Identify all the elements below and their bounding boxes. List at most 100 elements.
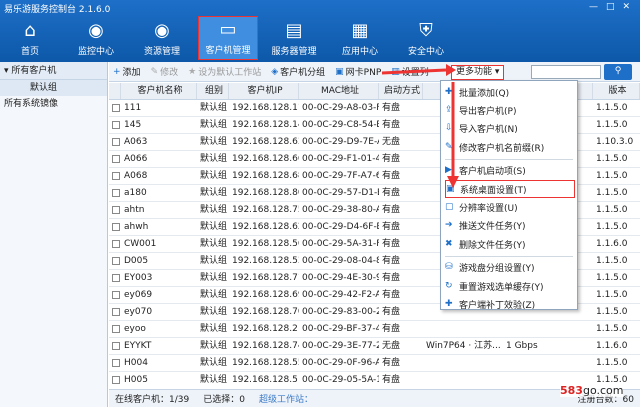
row-checkbox[interactable] — [112, 376, 120, 384]
row-checkbox[interactable] — [112, 223, 120, 231]
row-checkbox[interactable] — [112, 189, 120, 197]
table-row[interactable]: H004 默认组 192.168.128.55 00-0C-29-0F-96-A8 有盘… — [109, 355, 640, 372]
table-cell: 1.1.5.0 — [596, 103, 628, 113]
table-cell: 默认组 — [200, 324, 228, 334]
table-cell: 1.1.5.0 — [596, 120, 628, 130]
table-cell: 有盘 — [382, 120, 401, 130]
menu-item-0[interactable]: ✚ 批量添加(Q) — [441, 83, 577, 101]
nav-item-3[interactable]: ▭ 客户机管理 — [198, 16, 258, 60]
table-row[interactable]: EYYKT 默认组 192.168.128.74 00-0C-29-3E-77-25 无… — [109, 338, 640, 355]
tree-all-clients[interactable]: ▾ 所有客户机 — [0, 62, 107, 80]
nav-item-2[interactable]: ◉ 资源管理 — [132, 16, 192, 60]
column-header[interactable]: 客户机名称 — [121, 83, 197, 99]
menu-item-3[interactable]: ✎ 修改客户机名前缀(R) — [441, 138, 577, 156]
row-checkbox[interactable] — [112, 325, 120, 333]
menu-item-12[interactable]: ↻ 重置游戏选单缓存(Y) — [441, 277, 577, 295]
table-cell: 1.1.5.0 — [596, 205, 628, 215]
nav-item-0[interactable]: ⌂ 首页 — [0, 16, 60, 60]
more-functions-button[interactable]: 更多功能 ▾ — [451, 65, 505, 80]
nav-item-4[interactable]: ▤ 服务器管理 — [264, 16, 324, 60]
menu-item-13[interactable]: ✚ 客户端补丁效验(Z) — [441, 295, 577, 313]
table-cell — [503, 355, 549, 371]
row-checkbox[interactable] — [112, 291, 120, 299]
nav-item-1[interactable]: ◉ 监控中心 — [66, 16, 126, 60]
row-checkbox[interactable] — [112, 257, 120, 265]
resolution-icon: ▢ — [445, 202, 454, 213]
menu-separator — [445, 255, 573, 257]
delete-file-icon: ✖ — [445, 238, 453, 249]
search-input[interactable] — [531, 65, 601, 79]
tree-default-group[interactable]: 默认组 — [0, 80, 107, 96]
column-header[interactable]: 组别 — [197, 83, 229, 99]
table-cell: 00-0C-29-3E-77-25 — [302, 341, 379, 351]
table-cell: ahwh — [124, 222, 149, 232]
plus-icon: + — [113, 66, 121, 77]
menu-item-11[interactable]: ⛁ 游戏盘分组设置(Y) — [441, 259, 577, 277]
row-checkbox-cell — [109, 185, 121, 201]
column-header[interactable]: 客户机IP — [229, 83, 299, 99]
server-icon: ▤ — [285, 20, 303, 41]
table-cell: 有盘 — [382, 222, 401, 232]
table-row[interactable]: eyoo 默认组 192.168.128.2 00-0C-29-BF-37-49 有盘 1… — [109, 321, 640, 338]
row-checkbox[interactable] — [112, 342, 120, 350]
table-cell: 有盘 — [382, 103, 401, 113]
menu-item-label: 重置游戏选单缓存(Y) — [459, 282, 544, 293]
toolbar-button-1[interactable]: ✎ 修改 — [151, 65, 179, 79]
table-cell: 有盘 — [382, 375, 401, 385]
toolbar-label: 客户机分组 — [280, 68, 326, 78]
table-cell: 1.1.5.0 — [596, 222, 628, 232]
menu-item-9[interactable]: ✖ 删除文件任务(Y) — [441, 235, 577, 253]
toolbar-button-3[interactable]: ◈ 客户机分组 — [271, 65, 326, 79]
row-checkbox[interactable] — [112, 155, 120, 163]
row-checkbox[interactable] — [112, 359, 120, 367]
toolbar-button-2[interactable]: ★ 设为默认工作站 — [188, 65, 261, 79]
toolbar-button-0[interactable]: + 添加 — [113, 65, 141, 79]
table-cell: 1.1.5.0 — [596, 290, 628, 300]
table-cell: 有盘 — [382, 290, 401, 300]
client-tree: ▾ 所有客户机 默认组 所有系统镜像 — [0, 62, 108, 407]
menu-item-label: 游戏盘分组设置(Y) — [459, 264, 535, 275]
row-checkbox[interactable] — [112, 104, 120, 112]
menu-item-2[interactable]: ⇩ 导入客户机(N) — [441, 120, 577, 138]
search-button[interactable]: ⚲ — [604, 64, 632, 80]
row-checkbox[interactable] — [112, 308, 120, 316]
row-checkbox[interactable] — [112, 240, 120, 248]
table-cell — [503, 372, 549, 388]
toolbar-button-4[interactable]: ▣ 网卡PNP — [335, 65, 381, 79]
table-cell: 默认组 — [200, 103, 228, 113]
menu-item-6[interactable]: ▣ 系统桌面设置(T) — [445, 179, 575, 199]
table-cell: 111 — [124, 103, 142, 113]
menu-item-7[interactable]: ▢ 分辨率设置(U) — [441, 198, 577, 216]
column-header[interactable]: 版本 — [593, 83, 640, 99]
table-cell: 192.168.128.66 — [232, 154, 299, 164]
column-header[interactable]: 启动方式 — [379, 83, 423, 99]
nav-label: 安全中心 — [407, 47, 444, 57]
row-checkbox[interactable] — [112, 274, 120, 282]
table-cell: 192.168.128.63 — [232, 137, 299, 147]
table-cell: 00-0C-29-D4-6F-B2 — [302, 222, 379, 232]
row-checkbox[interactable] — [112, 172, 120, 180]
disk-group-icon: ⛁ — [445, 262, 453, 273]
nav-item-6[interactable]: ⛨ 安全中心 — [396, 16, 456, 60]
toolbar-button-5[interactable]: ▥ 设置列 — [391, 65, 429, 79]
menu-item-1[interactable]: ⇪ 导出客户机(P) — [441, 101, 577, 119]
table-cell: 1.10.3.0 — [596, 137, 634, 147]
row-checkbox[interactable] — [112, 121, 120, 129]
nav-item-5[interactable]: ▦ 应用中心 — [330, 16, 390, 60]
table-cell: 00-0C-29-05-5A-10 — [302, 375, 379, 385]
export-icon: ⇪ — [445, 105, 453, 116]
table-cell: 192.168.128.5 — [232, 375, 298, 385]
table-cell: 默认组 — [200, 273, 228, 283]
close-button[interactable]: ✕ — [622, 2, 630, 12]
row-checkbox-cell — [109, 236, 121, 252]
row-checkbox[interactable] — [112, 138, 120, 146]
maximize-button[interactable]: □ — [606, 2, 615, 12]
menu-item-8[interactable]: ➔ 推送文件任务(Y) — [441, 217, 577, 235]
column-header[interactable]: MAC地址 — [299, 83, 379, 99]
table-cell: 00-0C-29-BF-37-49 — [302, 324, 379, 334]
minimize-button[interactable]: — — [589, 2, 598, 12]
menu-item-5[interactable]: ▶ 客户机启动项(S) — [441, 162, 577, 180]
row-checkbox[interactable] — [112, 206, 120, 214]
tree-system-images[interactable]: 所有系统镜像 — [0, 96, 107, 112]
table-cell: 1.1.5.0 — [596, 307, 628, 317]
